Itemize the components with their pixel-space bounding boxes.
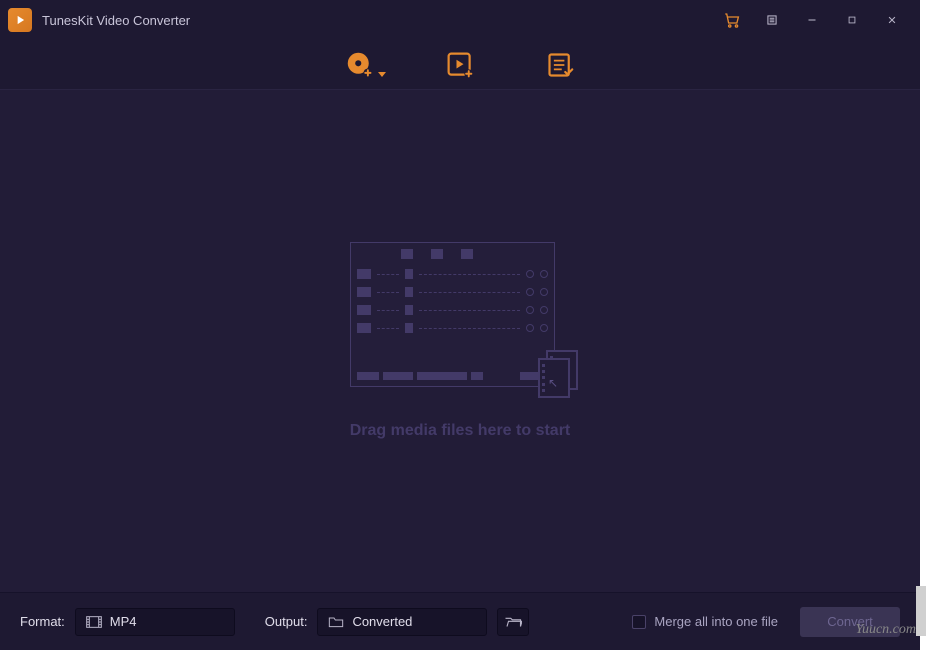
close-button[interactable] — [872, 0, 912, 40]
resize-handle[interactable] — [916, 586, 926, 636]
format-value: MP4 — [110, 614, 137, 629]
cart-button[interactable] — [712, 0, 752, 40]
browse-output-button[interactable] — [497, 608, 529, 636]
add-video-button[interactable] — [444, 49, 476, 81]
merge-label: Merge all into one file — [654, 614, 778, 629]
checkbox-box — [632, 615, 646, 629]
titlebar: TunesKit Video Converter — [0, 0, 920, 40]
drop-zone[interactable]: ↖ Drag media files here to start — [0, 90, 920, 592]
toolbar — [0, 40, 920, 90]
video-format-icon — [86, 615, 102, 629]
output-label: Output: — [265, 614, 308, 629]
drop-hint-text: Drag media files here to start — [350, 422, 571, 440]
format-label: Format: — [20, 614, 65, 629]
app-logo-icon — [8, 8, 32, 32]
folder-icon — [328, 615, 344, 629]
minimize-button[interactable] — [792, 0, 832, 40]
output-value: Converted — [352, 614, 412, 629]
menu-button[interactable] — [752, 0, 792, 40]
chevron-down-icon — [378, 72, 386, 77]
merge-checkbox[interactable]: Merge all into one file — [632, 614, 778, 629]
format-selector[interactable]: MP4 — [75, 608, 235, 636]
window-title: TunesKit Video Converter — [42, 13, 712, 28]
output-path-field[interactable]: Converted — [317, 608, 487, 636]
task-list-button[interactable] — [544, 49, 576, 81]
drop-illustration: ↖ — [350, 242, 570, 392]
load-disc-button[interactable] — [344, 49, 376, 81]
watermark: Yuucn.com — [855, 622, 916, 638]
bottom-bar: Format: MP4 Output: Converted Merge all … — [0, 592, 920, 650]
maximize-button[interactable] — [832, 0, 872, 40]
